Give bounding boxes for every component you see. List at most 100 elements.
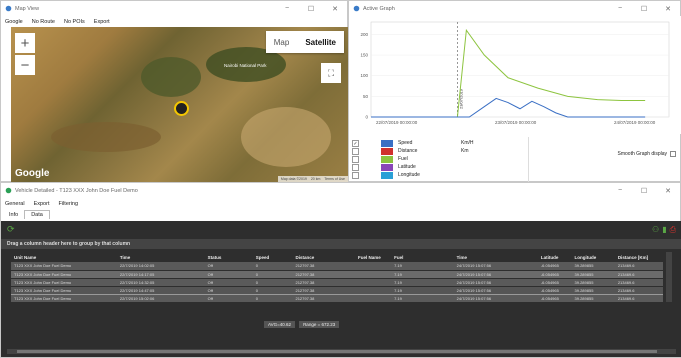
zoom-out-button[interactable]: −: [15, 55, 35, 75]
table-cell: 39.289855: [571, 294, 615, 303]
close-icon[interactable]: ✕: [323, 1, 347, 16]
column-header[interactable]: Speed: [253, 252, 293, 262]
legend-swatch: [381, 155, 393, 163]
group-by-bar[interactable]: Drag a column header here to group by th…: [1, 239, 681, 249]
y-tick-label: 0: [365, 115, 368, 120]
chart-icon[interactable]: ▮: [662, 225, 666, 234]
table-row[interactable]: T123 XXX John Doe Fuel Demo 22/7/2019 14:…: [11, 262, 663, 271]
print-icon[interactable]: ⎙: [670, 225, 676, 235]
legend-checkbox[interactable]: [352, 163, 359, 171]
table-row[interactable]: T123 XXX John Doe Fuel Demo 22/7/2019 14:…: [11, 285, 663, 295]
maximize-icon[interactable]: ☐: [632, 183, 656, 198]
smooth-graph-checkbox[interactable]: [670, 151, 676, 157]
map-type-map-button[interactable]: Map: [266, 31, 298, 53]
table-cell: 22/7/2019 14:47:05: [116, 285, 205, 295]
graph-window-title: Active Graph: [363, 5, 395, 12]
legend-item[interactable]: Longitude: [349, 171, 529, 179]
terms-link[interactable]: Terms of Use: [324, 177, 345, 181]
table-row[interactable]: T123 XXX John Doe Fuel Demo 22/7/2019 15:…: [11, 294, 663, 303]
fullscreen-icon[interactable]: ⛶: [321, 63, 341, 83]
table-cell: 213469.6: [614, 270, 663, 279]
smooth-graph-option[interactable]: Smooth Graph display: [618, 151, 676, 183]
legend-item[interactable]: Fuel: [349, 155, 529, 163]
table-cell: 0: [252, 294, 293, 303]
table-row[interactable]: T123 XXX John Doe Fuel Demo 22/7/2019 14:…: [11, 278, 663, 287]
menu-no-route[interactable]: No Route: [32, 19, 55, 25]
close-icon[interactable]: ✕: [656, 1, 680, 16]
series-legend: ✓ Speed Km/H Distance Km Fuel Latitude Longitud…: [349, 137, 529, 183]
column-header[interactable]: Fuel Name: [355, 252, 391, 262]
menu-google[interactable]: Google: [5, 19, 23, 25]
table-cell: 0: [252, 262, 293, 271]
column-header[interactable]: Distance [Km]: [615, 252, 663, 262]
data-panel: ⟳ ⚇ ▮ ⎙ Drag a column header here to gro…: [1, 221, 681, 357]
y-tick-label: 100: [360, 73, 368, 78]
menu-general[interactable]: General: [5, 201, 25, 207]
zoom-in-button[interactable]: +: [15, 33, 35, 53]
table-cell: 22/7/2019 14:17:05: [116, 270, 205, 279]
column-header[interactable]: Distance: [292, 252, 355, 262]
y-tick-label: 50: [363, 94, 369, 99]
minimize-icon[interactable]: −: [608, 183, 632, 198]
map-titlebar[interactable]: Map View − ☐ ✕: [1, 1, 347, 16]
map-attribution: Map data ©2019: [280, 177, 307, 181]
minimize-icon[interactable]: −: [608, 1, 632, 16]
map-view-window: Map View − ☐ ✕ Google No Route No POIs E…: [0, 0, 348, 182]
column-header[interactable]: Fuel: [391, 252, 454, 262]
column-header[interactable]: Unit Name: [11, 252, 117, 262]
legend-item[interactable]: ✓ Speed Km/H: [349, 139, 529, 147]
map-type-toggle: Map Satellite: [265, 31, 344, 53]
menu-filtering[interactable]: Filtering: [58, 201, 78, 207]
table-cell: 24/7/2019 15:07:56: [453, 262, 538, 271]
refresh-icon[interactable]: ⟳: [7, 224, 15, 235]
maximize-icon[interactable]: ☐: [299, 1, 323, 16]
table-row[interactable]: T123 XXX John Doe Fuel Demo 22/7/2019 14:…: [11, 270, 663, 279]
menu-export[interactable]: Export: [34, 201, 50, 207]
map-type-satellite-button[interactable]: Satellite: [297, 31, 344, 53]
legend-item[interactable]: Distance Km: [349, 147, 529, 155]
legend-checkbox[interactable]: [352, 155, 359, 163]
table-cell: 24/7/2019 15:07:56: [453, 270, 538, 279]
table-cell: [355, 262, 392, 271]
graph-titlebar[interactable]: Active Graph − ☐ ✕: [349, 1, 680, 16]
user-icon[interactable]: ⚇: [652, 225, 659, 234]
legend-item[interactable]: Latitude: [349, 163, 529, 171]
menu-no-pois[interactable]: No POIs: [64, 19, 85, 25]
tab-info[interactable]: Info: [3, 211, 24, 219]
horizontal-scrollbar[interactable]: [7, 349, 676, 354]
table-cell: Off: [204, 278, 253, 287]
google-logo: Google: [15, 168, 50, 179]
legend-checkbox[interactable]: [352, 147, 359, 155]
avg-summary: AVG=40.62: [264, 321, 296, 328]
column-header[interactable]: Status: [205, 252, 253, 262]
map-place-label: Nairobi National Park: [224, 63, 267, 68]
menu-export[interactable]: Export: [94, 19, 110, 25]
minimize-icon[interactable]: −: [275, 1, 299, 16]
close-icon[interactable]: ✕: [656, 183, 680, 198]
line-chart[interactable]: 0 50 100 150 200 22/07/2019 00:00:00 23/07/201…: [349, 16, 681, 134]
legend-checkbox[interactable]: ✓: [352, 139, 359, 147]
table-cell: [355, 270, 392, 279]
vehicle-marker-icon[interactable]: [174, 101, 189, 116]
tab-data[interactable]: Data: [24, 210, 50, 219]
column-header[interactable]: Longitude: [572, 252, 615, 262]
legend-name: Speed: [398, 140, 413, 146]
legend-name: Latitude: [398, 164, 416, 170]
vehicle-titlebar[interactable]: Vehicle Detailed - T123 XXX John Doe Fue…: [1, 183, 680, 198]
map-app-icon: [5, 5, 12, 12]
table-cell: Off: [204, 270, 253, 279]
legend-checkbox[interactable]: [352, 171, 359, 179]
legend-swatch: [381, 139, 393, 147]
maximize-icon[interactable]: ☐: [632, 1, 656, 16]
table-cell: -6.054965: [537, 270, 572, 279]
satellite-map[interactable]: + − Map Satellite ⛶ Nairobi National Par…: [11, 27, 348, 182]
vertical-scrollbar[interactable]: [666, 252, 672, 302]
table-cell: 7.19: [391, 285, 454, 295]
table-cell: -6.054965: [537, 285, 572, 295]
column-header[interactable]: Latitude: [538, 252, 572, 262]
x-tick-label: 24/07/2019 00:00:00: [614, 120, 656, 125]
x-tick-label: 23/07/2019 00:00:00: [495, 120, 537, 125]
table-cell: [355, 285, 392, 295]
column-header[interactable]: Time: [454, 252, 538, 262]
column-header[interactable]: Time: [117, 252, 205, 262]
